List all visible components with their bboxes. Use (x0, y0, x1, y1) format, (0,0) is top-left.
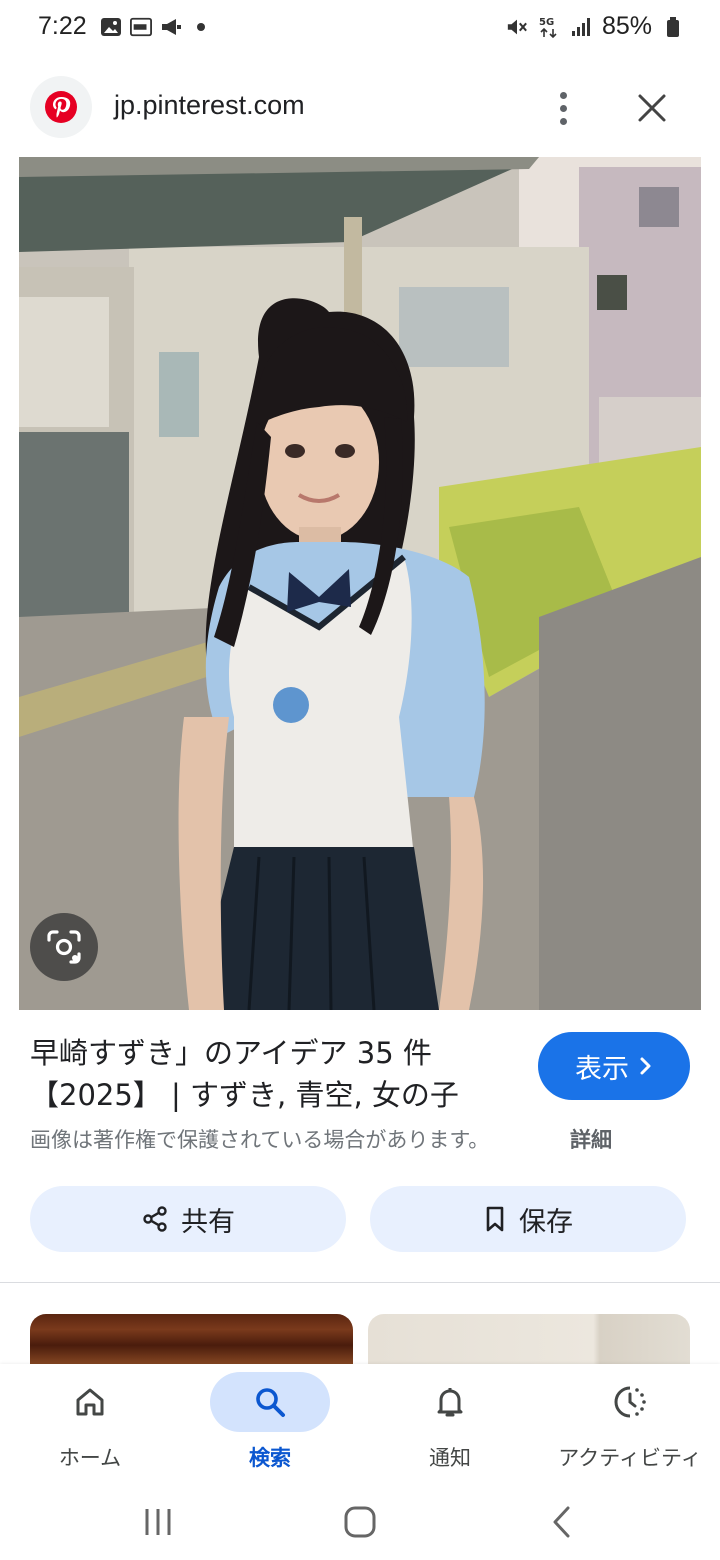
home-icon (30, 1372, 150, 1432)
nav-search-label: 検索 (249, 1446, 291, 1470)
visit-button[interactable]: 表示 (538, 1032, 690, 1100)
back-icon[interactable] (540, 1500, 584, 1544)
battery-percentage: 85% (601, 12, 652, 40)
more-options-icon[interactable] (546, 86, 580, 130)
related-image-thumbnail[interactable] (368, 1314, 690, 1366)
home-button-icon[interactable] (338, 1500, 382, 1544)
section-divider (0, 1282, 720, 1283)
nav-home-label: ホーム (58, 1446, 122, 1470)
status-system-icons: 5G 85% (506, 12, 684, 41)
result-image[interactable] (19, 157, 701, 1010)
source-header: jp.pinterest.com (0, 68, 720, 148)
carrier-icon (130, 16, 152, 38)
source-url[interactable]: jp.pinterest.com (114, 90, 305, 121)
status-time: 7:22 (38, 12, 87, 40)
status-bar: 7:22 5G 85% (0, 0, 720, 60)
save-button[interactable]: 保存 (370, 1186, 686, 1252)
search-icon (210, 1372, 330, 1432)
activity-icon (570, 1372, 690, 1432)
result-title[interactable]: 早崎すずき」のアイデア 35 件 【2025】 | すずき, 青空, 女の子 (30, 1032, 500, 1116)
nav-notifications-label: 通知 (429, 1446, 471, 1470)
chevron-right-icon (640, 1057, 651, 1075)
battery-icon (662, 16, 684, 38)
visit-button-label: 表示 (575, 1053, 629, 1085)
bookmark-icon (486, 1206, 504, 1232)
result-title-line2: 【2025】 | すずき, 青空, 女の子 (30, 1078, 459, 1112)
signal-icon (570, 16, 592, 38)
svg-text:5G: 5G (539, 17, 554, 28)
megaphone-icon (160, 16, 182, 38)
nav-home[interactable]: ホーム (0, 1364, 180, 1484)
details-link[interactable]: 詳細 (570, 1124, 612, 1154)
bell-icon (390, 1372, 510, 1432)
status-notification-icons (100, 16, 212, 38)
system-navigation (0, 1484, 720, 1560)
save-label: 保存 (519, 1206, 573, 1238)
copyright-notice: 画像は著作権で保護されている場合があります。 (30, 1128, 490, 1152)
google-lens-icon[interactable] (30, 913, 98, 981)
nav-search[interactable]: 検索 (180, 1364, 360, 1484)
nav-notifications[interactable]: 通知 (360, 1364, 540, 1484)
pinterest-logo-icon (30, 76, 92, 138)
related-image-thumbnail[interactable] (30, 1314, 353, 1366)
gallery-icon (100, 16, 122, 38)
network-5g-icon: 5G (538, 16, 560, 38)
share-label: 共有 (181, 1206, 235, 1238)
share-button[interactable]: 共有 (30, 1186, 346, 1252)
mute-icon (506, 16, 528, 38)
nav-activity-label: アクティビティ (558, 1446, 702, 1470)
close-icon[interactable] (630, 86, 674, 130)
bottom-navigation: ホーム 検索 通知 アクティビティ (0, 1364, 720, 1484)
result-title-line1: 早崎すずき」のアイデア 35 件 (30, 1036, 432, 1070)
recent-apps-icon[interactable] (136, 1500, 180, 1544)
dot-indicator-icon (190, 16, 212, 38)
share-icon (143, 1206, 167, 1232)
nav-activity[interactable]: アクティビティ (540, 1364, 720, 1484)
